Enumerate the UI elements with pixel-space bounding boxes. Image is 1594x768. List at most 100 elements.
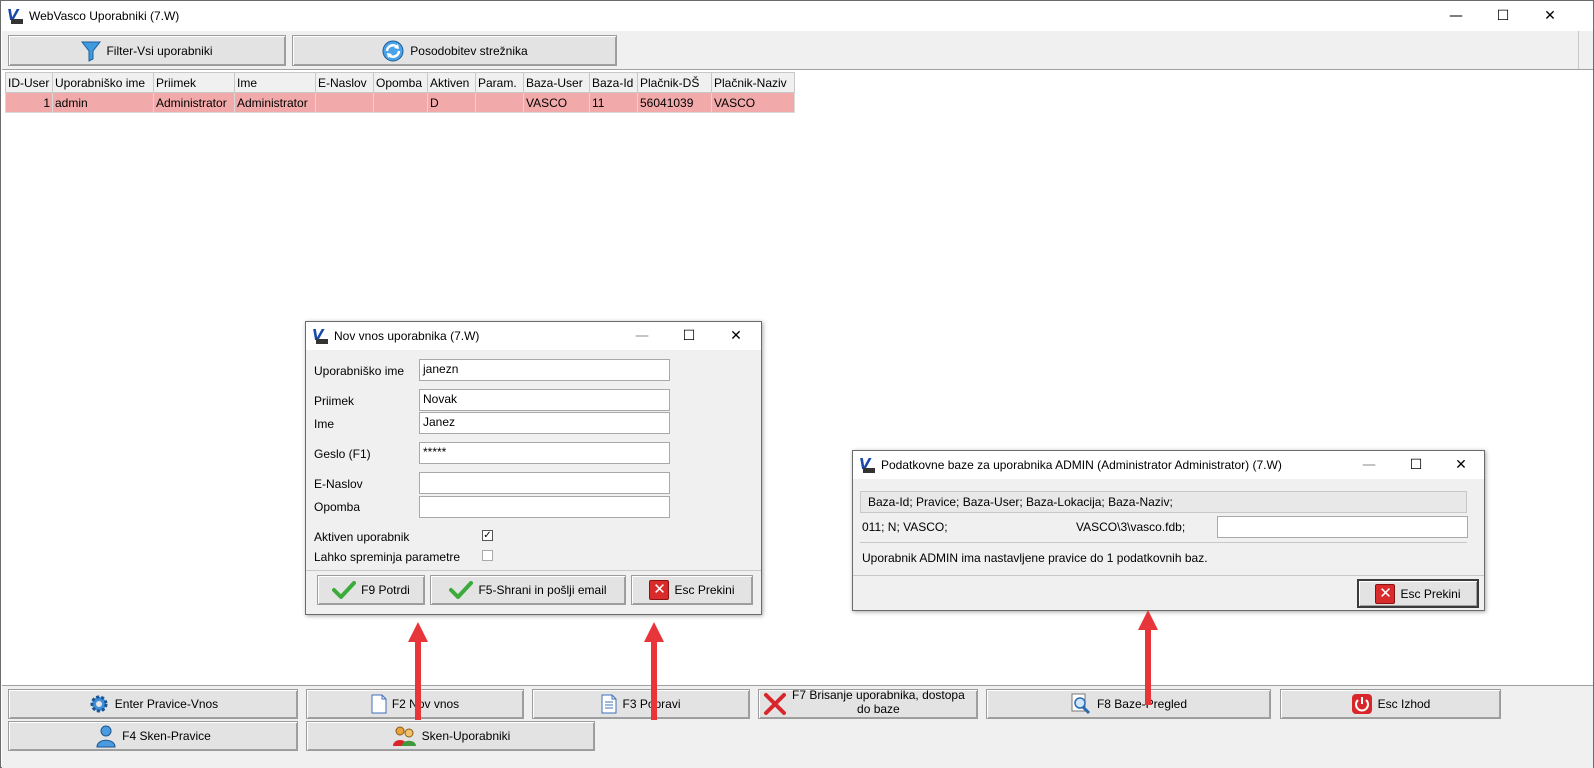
scan-rights-button[interactable]: F4 Sken-Pravice bbox=[8, 721, 298, 751]
db-dialog-maximize-button[interactable]: ☐ bbox=[1393, 451, 1439, 479]
table-cell[interactable]: Administrator bbox=[153, 92, 235, 113]
table-cell[interactable] bbox=[475, 92, 524, 113]
cancel-x-icon: ✕ bbox=[1375, 583, 1396, 604]
active-user-checkbox[interactable]: ✓ bbox=[482, 530, 493, 541]
column-header[interactable]: Priimek bbox=[153, 72, 235, 93]
table-cell[interactable]: VASCO bbox=[523, 92, 590, 113]
table-row[interactable]: 1 admin Administrator Administrator D VA… bbox=[5, 92, 795, 113]
column-header[interactable]: Baza-Id bbox=[589, 72, 638, 93]
db-view-button[interactable]: F8 Baze-Pregled bbox=[986, 689, 1271, 719]
save-and-email-button[interactable]: F5-Shrani in pošlji email bbox=[430, 575, 626, 605]
table-cell[interactable]: VASCO bbox=[711, 92, 795, 113]
power-icon bbox=[1351, 693, 1373, 715]
dialog-minimize-button[interactable]: — bbox=[619, 322, 665, 350]
email-field[interactable] bbox=[419, 472, 670, 494]
db-cancel-button[interactable]: ✕ Esc Prekini bbox=[1357, 579, 1479, 608]
users-table[interactable]: ID-User Uporabniško ime Priimek Ime E-Na… bbox=[5, 72, 795, 113]
delete-user-button[interactable]: F7 Brisanje uporabnika, dostopa do baze bbox=[758, 689, 978, 719]
column-header[interactable]: Param. bbox=[475, 72, 524, 93]
table-cell[interactable] bbox=[373, 92, 428, 113]
confirm-button[interactable]: F9 Potrdi bbox=[317, 575, 425, 605]
cancel-button[interactable]: ✕ Esc Prekini bbox=[631, 575, 753, 605]
arrow-shaft bbox=[415, 640, 421, 720]
db-dialog-title: Podatkovne baze za uporabnika ADMIN (Adm… bbox=[881, 458, 1282, 472]
can-change-params-checkbox[interactable] bbox=[482, 550, 493, 561]
close-button[interactable]: ✕ bbox=[1527, 1, 1573, 31]
webvasco-logo-icon: V bbox=[7, 6, 23, 24]
filter-button-label: Filter-Vsi uporabniki bbox=[106, 43, 213, 58]
red-x-icon bbox=[763, 692, 787, 716]
main-window: V WebVasco Uporabniki (7.W) — ☐ ✕ Filter… bbox=[0, 0, 1594, 768]
new-user-dialog-titlebar: V Nov vnos uporabnika (7.W) — ☐ ✕ bbox=[306, 322, 761, 350]
webvasco-logo-icon: V bbox=[312, 326, 328, 344]
surname-label: Priimek bbox=[314, 394, 355, 408]
column-header[interactable]: ID-User bbox=[5, 72, 53, 93]
table-cell[interactable]: Administrator bbox=[234, 92, 316, 113]
table-cell[interactable]: D bbox=[427, 92, 476, 113]
user-icon bbox=[95, 724, 117, 748]
column-header[interactable]: Aktiven bbox=[427, 72, 476, 93]
filter-button[interactable]: Filter-Vsi uporabniki bbox=[8, 35, 286, 66]
dialog-close-button[interactable]: ✕ bbox=[713, 322, 759, 350]
surname-field[interactable]: Novak bbox=[419, 389, 670, 411]
db-dialog-close-button[interactable]: ✕ bbox=[1438, 451, 1484, 479]
column-header[interactable]: Baza-User bbox=[523, 72, 590, 93]
checkmark-icon bbox=[332, 581, 357, 599]
users-table-header: ID-User Uporabniško ime Priimek Ime E-Na… bbox=[5, 72, 795, 93]
edit-button[interactable]: F3 Popravi bbox=[532, 689, 750, 719]
can-change-params-label: Lahko spreminja parametre bbox=[314, 550, 461, 564]
table-cell[interactable] bbox=[315, 92, 374, 113]
password-label: Geslo (F1) bbox=[314, 447, 371, 461]
username-field[interactable]: janezn bbox=[419, 359, 670, 381]
confirm-label: F9 Potrdi bbox=[361, 583, 410, 597]
rights-entry-button[interactable]: Enter Pravice-Vnos bbox=[8, 689, 298, 719]
delete-user-label: F7 Brisanje uporabnika, dostopa do baze bbox=[792, 689, 965, 716]
db-dialog-minimize-button[interactable]: — bbox=[1346, 451, 1392, 479]
table-cell[interactable]: 56041039 bbox=[637, 92, 712, 113]
db-row-left: 011; N; VASCO; bbox=[862, 520, 948, 534]
table-cell[interactable]: 1 bbox=[5, 92, 53, 113]
user-databases-dialog: V Podatkovne baze za uporabnika ADMIN (A… bbox=[852, 450, 1485, 611]
main-window-title: WebVasco Uporabniki (7.W) bbox=[29, 9, 180, 23]
column-header[interactable]: E-Naslov bbox=[315, 72, 374, 93]
cancel-label: Esc Prekini bbox=[674, 583, 735, 597]
column-header[interactable]: Ime bbox=[234, 72, 316, 93]
text-document-icon bbox=[601, 694, 617, 714]
blank-document-icon bbox=[371, 694, 387, 714]
delete-user-label-line2: do baze bbox=[857, 702, 900, 716]
note-label: Opomba bbox=[314, 500, 361, 514]
scan-users-label: Sken-Uporabniki bbox=[421, 729, 511, 743]
table-cell[interactable]: admin bbox=[52, 92, 154, 113]
db-row-location: VASCO\3\vasco.fdb; bbox=[1076, 520, 1186, 534]
new-user-dialog: V Nov vnos uporabnika (7.W) — ☐ ✕ Uporab… bbox=[305, 321, 762, 615]
db-info-text: Uporabnik ADMIN ima nastavljene pravice … bbox=[862, 551, 1208, 565]
password-field[interactable]: ***** bbox=[419, 442, 670, 464]
dialog-separator bbox=[306, 570, 761, 571]
column-header[interactable]: Opomba bbox=[373, 72, 428, 93]
server-refresh-label: Posodobitev strežnika bbox=[410, 43, 528, 58]
note-field[interactable] bbox=[419, 496, 670, 518]
db-view-label: F8 Baze-Pregled bbox=[1096, 697, 1188, 711]
column-header[interactable]: Uporabniško ime bbox=[52, 72, 154, 93]
name-field[interactable]: Janez bbox=[419, 412, 670, 434]
email-label: E-Naslov bbox=[314, 477, 363, 491]
active-user-label: Aktiven uporabnik bbox=[314, 530, 410, 544]
arrow-head bbox=[1138, 610, 1158, 630]
db-list-header: Baza-Id; Pravice; Baza-User; Baza-Lokaci… bbox=[860, 491, 1467, 513]
table-cell[interactable]: 11 bbox=[589, 92, 638, 113]
maximize-button[interactable]: ☐ bbox=[1480, 1, 1526, 31]
db-row-name-field[interactable] bbox=[1217, 516, 1468, 538]
new-user-dialog-title: Nov vnos uporabnika (7.W) bbox=[334, 329, 480, 343]
scan-users-button[interactable]: Sken-Uporabniki bbox=[306, 721, 595, 751]
column-header[interactable]: Plačnik-DŠ bbox=[637, 72, 712, 93]
minimize-button[interactable]: — bbox=[1433, 1, 1479, 31]
server-refresh-button[interactable]: Posodobitev strežnika bbox=[292, 35, 617, 66]
arrow-head bbox=[644, 622, 664, 642]
gear-icon bbox=[88, 693, 110, 715]
dialog-maximize-button[interactable]: ☐ bbox=[666, 322, 712, 350]
delete-user-label-line1: F7 Brisanje uporabnika, dostopa bbox=[792, 689, 965, 702]
db-cancel-label: Esc Prekini bbox=[1400, 586, 1461, 601]
column-header[interactable]: Plačnik-Naziv bbox=[711, 72, 795, 93]
exit-button[interactable]: Esc Izhod bbox=[1280, 689, 1501, 719]
db-row-separator bbox=[860, 542, 1467, 543]
